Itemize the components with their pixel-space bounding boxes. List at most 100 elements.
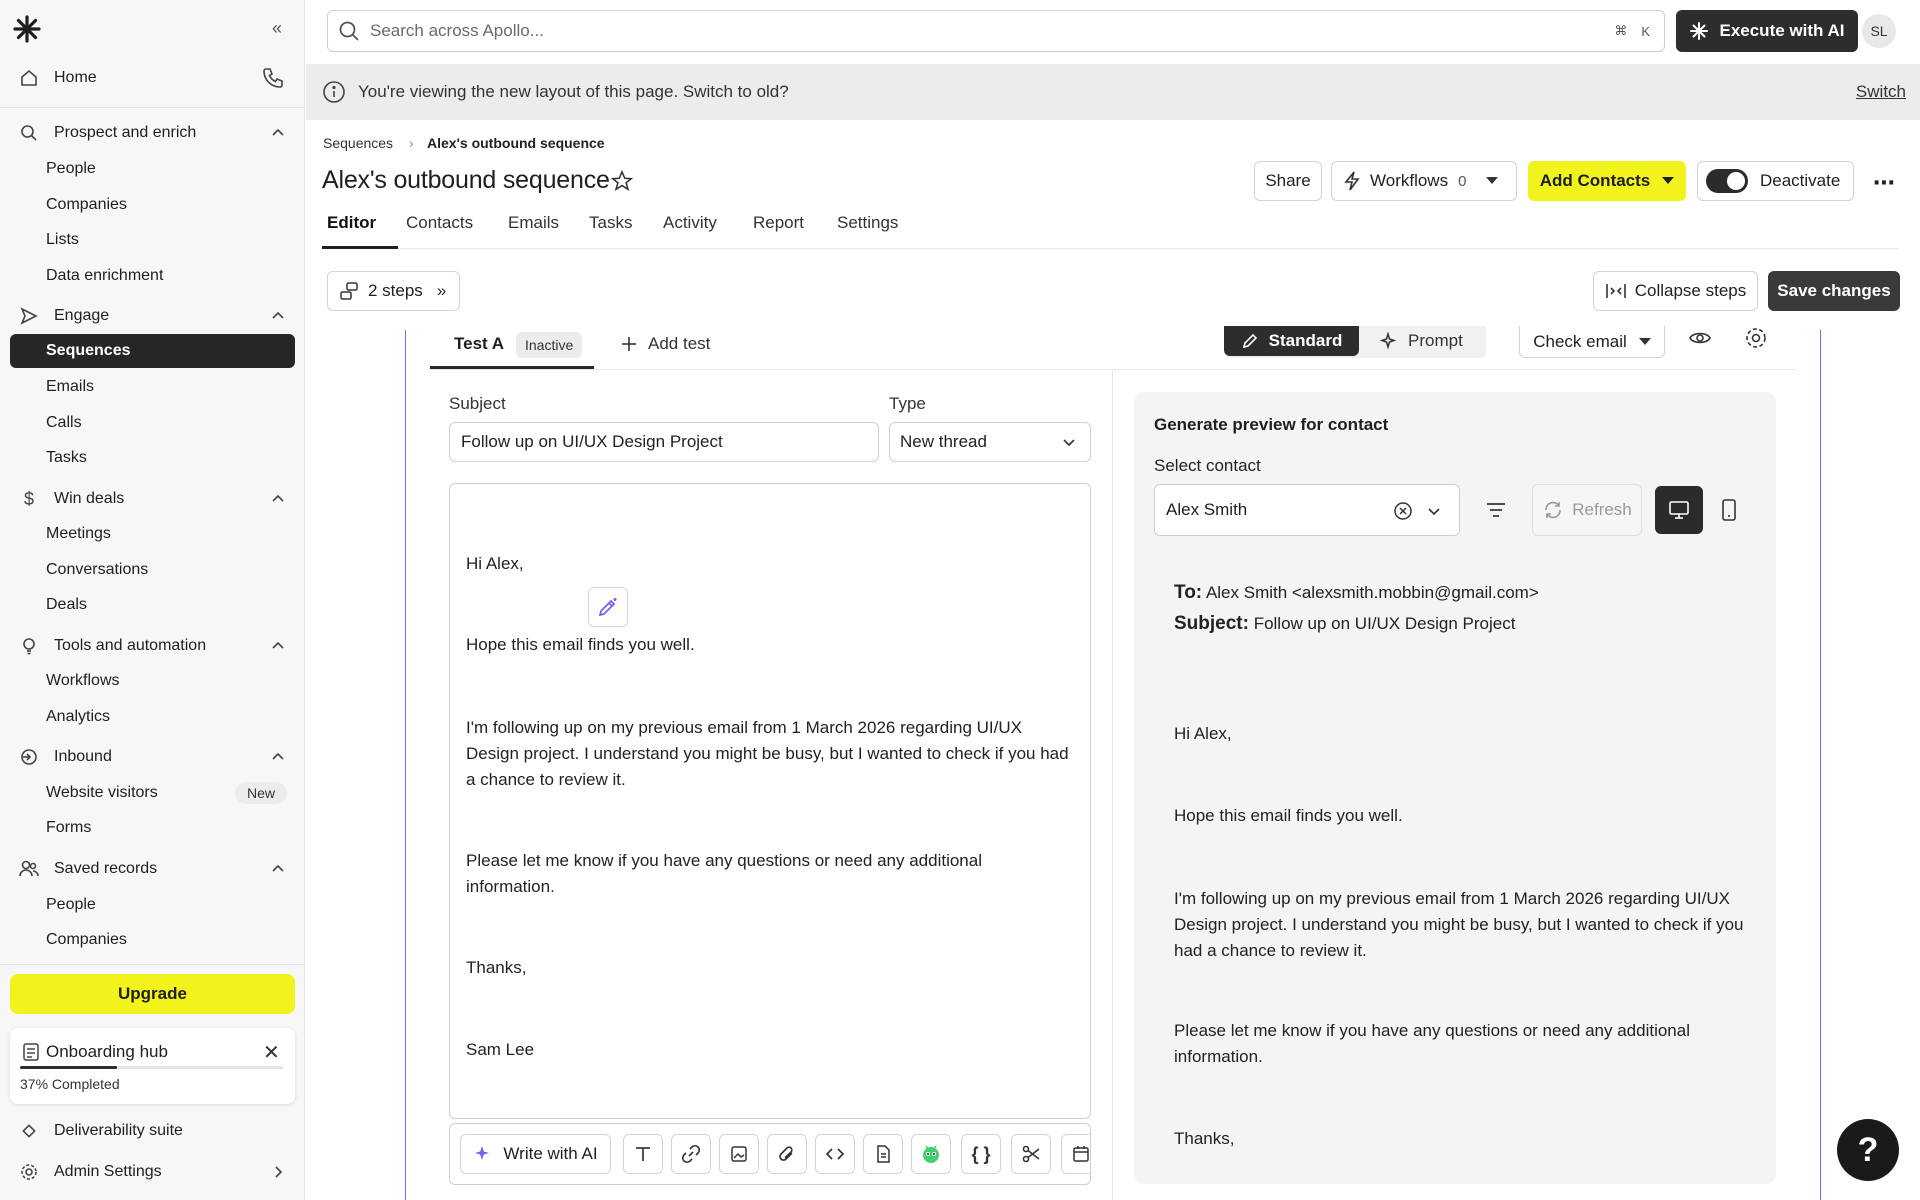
onboarding-hub-card[interactable]: Onboarding hub ✕ 37% Completed	[10, 1028, 295, 1104]
workflows-button[interactable]: Workflows 0	[1331, 161, 1517, 201]
pen-icon	[1241, 332, 1259, 350]
tab-emails[interactable]: Emails	[508, 213, 559, 233]
chevron-up-icon	[271, 862, 285, 876]
eye-icon[interactable]	[1688, 326, 1712, 350]
close-icon[interactable]: ✕	[263, 1040, 280, 1065]
sidebar-item-saved-companies[interactable]: Companies	[10, 923, 295, 957]
bulb-icon	[18, 635, 40, 657]
sidebar-item-emails[interactable]: Emails	[10, 370, 295, 404]
android-icon[interactable]	[911, 1134, 951, 1174]
filter-icon[interactable]	[1484, 498, 1508, 522]
add-contacts-button[interactable]: Add Contacts	[1528, 161, 1686, 201]
save-changes-button[interactable]: Save changes	[1768, 271, 1900, 311]
execute-with-ai-button[interactable]: Execute with AI	[1676, 10, 1858, 52]
sidebar-item-companies[interactable]: Companies	[10, 188, 295, 222]
share-button[interactable]: Share	[1254, 161, 1322, 201]
sidebar-section-prospect[interactable]: Prospect and enrich	[10, 116, 295, 150]
sidebar-section-saved-records[interactable]: Saved records	[10, 852, 295, 886]
sidebar-section-win-deals[interactable]: $ Win deals	[10, 482, 295, 516]
more-options-icon[interactable]: ⋯	[1873, 170, 1896, 196]
switch-layout-link[interactable]: Switch	[1856, 82, 1906, 102]
document-icon[interactable]	[863, 1134, 903, 1174]
tab-test-a[interactable]: Test A	[454, 334, 504, 354]
sidebar-item-sequences[interactable]: Sequences	[10, 334, 295, 368]
image-icon[interactable]	[719, 1134, 759, 1174]
refresh-button[interactable]: Refresh	[1532, 484, 1642, 536]
mobile-view-button[interactable]	[1705, 486, 1753, 534]
chevron-down-icon[interactable]	[1427, 504, 1441, 518]
sidebar-item-data-enrichment[interactable]: Data enrichment	[10, 259, 295, 293]
avatar[interactable]: SL	[1862, 14, 1896, 48]
link-icon[interactable]	[671, 1134, 711, 1174]
upgrade-button[interactable]: Upgrade	[10, 974, 295, 1014]
magic-pencil-icon	[596, 595, 620, 619]
collapse-steps-button[interactable]: Collapse steps	[1593, 271, 1758, 311]
clear-circle-icon[interactable]	[1393, 501, 1413, 521]
sidebar-item-website-visitors[interactable]: Website visitors New	[10, 776, 295, 810]
sidebar-item-deals[interactable]: Deals	[10, 588, 295, 622]
scissors-icon[interactable]	[1011, 1134, 1051, 1174]
breadcrumb-current: Alex's outbound sequence	[427, 135, 605, 151]
tab-editor[interactable]: Editor	[327, 213, 376, 233]
tab-contacts[interactable]: Contacts	[406, 213, 473, 233]
search-icon	[338, 20, 360, 42]
sidebar-item-home[interactable]: Home	[10, 61, 295, 95]
sidebar-item-lists[interactable]: Lists	[10, 223, 295, 257]
tab-settings[interactable]: Settings	[837, 213, 898, 233]
sidebar-section-tools[interactable]: Tools and automation	[10, 629, 295, 663]
variables-icon[interactable]: { }	[961, 1134, 1001, 1174]
chevron-up-icon	[271, 309, 285, 323]
collapse-sidebar-icon[interactable]: «	[272, 18, 282, 39]
desktop-view-button[interactable]	[1655, 486, 1703, 534]
tab-activity[interactable]: Activity	[663, 213, 717, 233]
subject-input[interactable]	[449, 422, 879, 462]
email-body-editor[interactable]: Hi Alex, Hope this email finds you well.…	[449, 483, 1091, 1119]
sidebar-item-meetings[interactable]: Meetings	[10, 517, 295, 551]
sidebar-item-admin-settings[interactable]: Admin Settings	[10, 1155, 295, 1189]
steps-button[interactable]: 2 steps »	[327, 271, 460, 311]
ai-pencil-button[interactable]	[588, 587, 628, 627]
settings-gear-icon[interactable]	[1744, 326, 1768, 350]
page-title: Alex's outbound sequence	[322, 166, 610, 194]
mode-standard-button[interactable]: Standard	[1224, 326, 1359, 356]
global-search[interactable]: ⌘ K	[327, 10, 1665, 52]
sidebar-item-conversations[interactable]: Conversations	[10, 553, 295, 587]
sidebar-section-inbound[interactable]: Inbound	[10, 740, 295, 774]
search-input[interactable]	[370, 21, 1615, 41]
sidebar-item-tasks[interactable]: Tasks	[10, 441, 295, 475]
apollo-logo-icon[interactable]	[12, 14, 42, 44]
code-icon[interactable]	[815, 1134, 855, 1174]
sidebar-item-calls[interactable]: Calls	[10, 406, 295, 440]
inbound-icon	[18, 746, 40, 768]
sidebar-section-engage[interactable]: Engage	[10, 299, 295, 333]
preview-paragraph-2: I'm following up on my previous email fr…	[1174, 889, 1744, 960]
attachment-icon[interactable]	[767, 1134, 807, 1174]
tab-report[interactable]: Report	[753, 213, 804, 233]
send-icon	[18, 305, 40, 327]
add-test-button[interactable]: Add test	[620, 334, 710, 354]
help-button[interactable]: ?	[1837, 1119, 1899, 1181]
breadcrumb-sequences[interactable]: Sequences	[323, 135, 393, 151]
star-icon[interactable]	[611, 170, 633, 192]
write-with-ai-button[interactable]: Write with AI	[460, 1134, 611, 1174]
sidebar-item-people[interactable]: People	[10, 152, 295, 186]
phone-icon[interactable]	[261, 66, 285, 90]
onboarding-hub-title: Onboarding hub	[46, 1042, 168, 1061]
sidebar-item-deliverability[interactable]: Deliverability suite	[10, 1114, 295, 1148]
sidebar-item-workflows[interactable]: Workflows	[10, 664, 295, 698]
phone-device-icon	[1720, 498, 1738, 522]
tab-tasks[interactable]: Tasks	[589, 213, 632, 233]
sidebar-item-saved-people[interactable]: People	[10, 888, 295, 922]
type-select[interactable]: New thread	[889, 422, 1091, 462]
deactivate-toggle[interactable]: Deactivate	[1697, 161, 1854, 201]
chevron-up-icon	[271, 750, 285, 764]
calendar-icon[interactable]	[1061, 1134, 1090, 1174]
toggle-switch[interactable]	[1706, 169, 1748, 193]
check-email-button[interactable]: Check email	[1519, 326, 1665, 358]
mode-prompt-button[interactable]: Prompt	[1380, 326, 1463, 356]
sidebar-item-analytics[interactable]: Analytics	[10, 700, 295, 734]
contact-select[interactable]: Alex Smith	[1154, 484, 1460, 536]
text-format-icon[interactable]	[623, 1134, 663, 1174]
sidebar-item-forms[interactable]: Forms	[10, 811, 295, 845]
chevron-down-icon	[1062, 435, 1076, 449]
